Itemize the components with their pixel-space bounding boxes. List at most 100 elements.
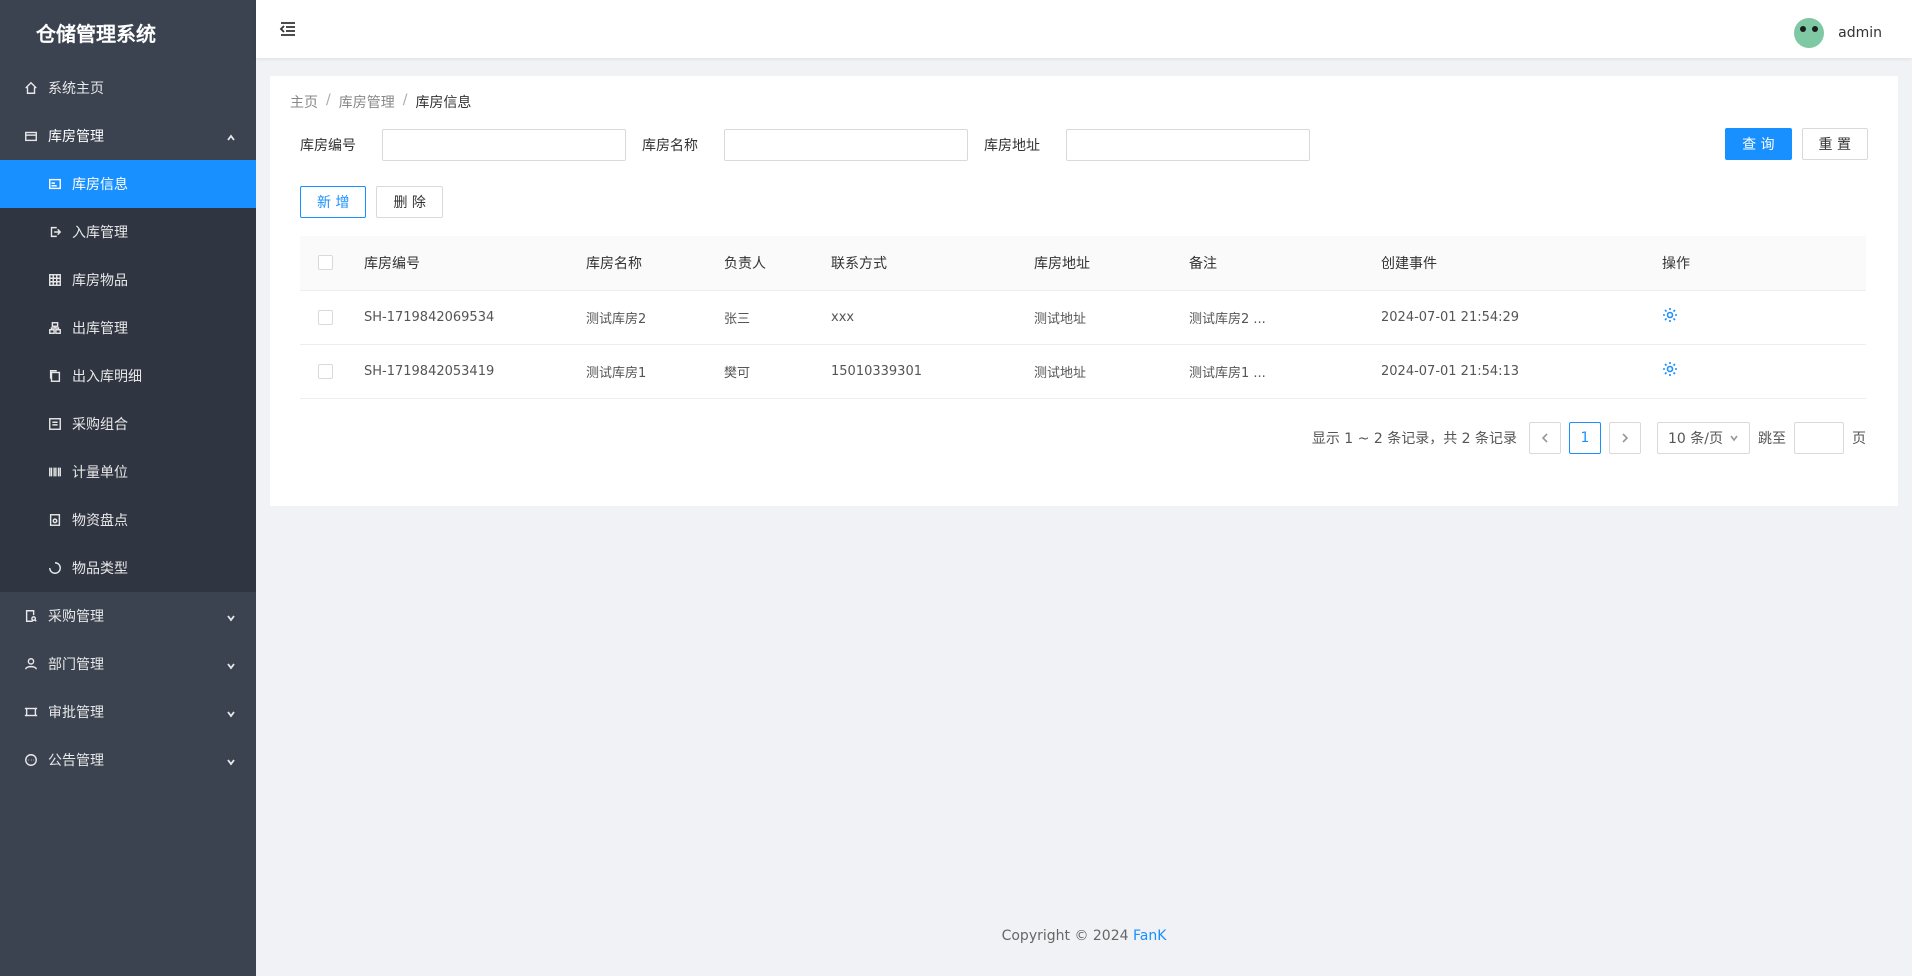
loading-icon (48, 561, 62, 575)
user-menu[interactable]: admin (1794, 18, 1882, 48)
next-page-button[interactable] (1609, 422, 1642, 454)
cell-address: 测试地址 (1034, 290, 1189, 345)
cluster-icon (48, 321, 62, 335)
sidebar-item-warehouse-info[interactable]: 库房信息 (0, 160, 256, 208)
column-header[interactable]: 库房编号 (364, 236, 586, 291)
jump-label: 跳至 (1758, 431, 1786, 447)
sidebar-item-label: 采购管理 (48, 609, 104, 625)
home-icon (24, 81, 38, 95)
cell-code: SH-1719842053419 (364, 344, 586, 399)
box-icon (24, 129, 38, 143)
column-header[interactable]: 库房名称 (586, 236, 724, 291)
gear-icon[interactable] (1662, 308, 1678, 327)
breadcrumb-home[interactable]: 主页 (290, 92, 318, 112)
avatar (1794, 18, 1825, 48)
sidebar-item-inventory-check[interactable]: 物资盘点 (0, 496, 256, 544)
sidebar-item-inbound[interactable]: 入库管理 (0, 208, 256, 256)
breadcrumb-warehouse[interactable]: 库房管理 (339, 92, 395, 112)
sidebar-item-label: 出入库明细 (72, 369, 142, 385)
sidebar-item-label: 物品类型 (72, 561, 128, 577)
table-header-row: 库房编号 库房名称 负责人 联系方式 库房地址 备注 创建事件 操作 (300, 236, 1866, 291)
sidebar-item-notice[interactable]: 公告管理 (0, 736, 256, 784)
row-select-cell (300, 290, 364, 345)
column-header[interactable]: 备注 (1189, 236, 1381, 291)
add-button[interactable]: 新 增 (300, 186, 367, 218)
chevron-left-icon (1541, 433, 1548, 443)
sidebar-item-warehouse-goods[interactable]: 库房物品 (0, 256, 256, 304)
query-button[interactable]: 查 询 (1725, 128, 1792, 160)
column-header[interactable]: 创建事件 (1381, 236, 1662, 291)
app-title: 仓储管理系统 (36, 21, 156, 46)
cell-manager: 张三 (724, 290, 831, 345)
cell-remark: 测试库房1 ... (1189, 344, 1381, 399)
chevron-down-icon (226, 659, 236, 670)
footer-brand-link[interactable]: FanK (1133, 928, 1166, 944)
sidebar-item-label: 部门管理 (48, 657, 104, 673)
search-actions: 查 询 重 置 (1725, 128, 1868, 160)
column-header[interactable]: 库房地址 (1034, 236, 1189, 291)
row-select-cell (300, 344, 364, 399)
sidebar-item-department[interactable]: 部门管理 (0, 640, 256, 688)
sidebar-item-home[interactable]: 系统主页 (0, 64, 256, 112)
footer: Copyright © 2024 FanK (256, 928, 1912, 944)
jump-input[interactable] (1794, 422, 1844, 454)
sidebar-item-label: 审批管理 (48, 705, 104, 721)
cell-contact: xxx (831, 290, 1034, 345)
copyright-text: Copyright © 2024 (1001, 928, 1129, 944)
cell-code: SH-1719842069534 (364, 290, 586, 345)
sidebar-item-label: 采购组合 (72, 417, 128, 433)
sidebar-item-label: 公告管理 (48, 753, 104, 769)
chevron-down-icon (226, 707, 236, 718)
table-actions: 新 增 删 除 (300, 186, 443, 218)
chevron-down-icon (1730, 435, 1738, 442)
sidebar-item-label: 系统主页 (48, 81, 104, 97)
sidebar-item-purchase[interactable]: 采购管理 (0, 592, 256, 640)
card-icon (48, 177, 62, 191)
chevron-down-icon (226, 755, 236, 766)
cell-name: 测试库房2 (586, 290, 724, 345)
frame-icon (24, 705, 38, 719)
sidebar-item-goods-type[interactable]: 物品类型 (0, 544, 256, 592)
barcode-icon (48, 465, 62, 479)
cell-action (1662, 344, 1866, 399)
copy-icon (48, 369, 62, 383)
row-checkbox[interactable] (318, 309, 333, 325)
sidebar-item-outbound[interactable]: 出库管理 (0, 304, 256, 352)
sidebar-item-approval[interactable]: 审批管理 (0, 688, 256, 736)
gear-icon[interactable] (1662, 362, 1678, 381)
form-icon (48, 417, 62, 431)
sidebar: 仓储管理系统 系统主页 库房管理 库房信息 入库管理 库房物品 出库管理 出入库… (0, 0, 256, 976)
code-input[interactable] (382, 129, 626, 161)
delete-button[interactable]: 删 除 (376, 186, 443, 218)
name-input[interactable] (724, 129, 968, 161)
sidebar-item-warehouse[interactable]: 库房管理 (0, 112, 256, 160)
page-suffix: 页 (1852, 431, 1866, 447)
row-checkbox[interactable] (318, 363, 333, 379)
page-size-value: 10 条/页 (1668, 431, 1723, 447)
sidebar-item-unit[interactable]: 计量单位 (0, 448, 256, 496)
audit-icon (48, 513, 62, 527)
submenu-warehouse: 库房信息 入库管理 库房物品 出库管理 出入库明细 采购组合 计量单位 物资盘点… (0, 160, 256, 592)
column-header: 操作 (1662, 236, 1866, 291)
address-input[interactable] (1066, 129, 1310, 161)
menu-fold-icon[interactable] (278, 19, 298, 39)
page-size-select[interactable]: 10 条/页 (1657, 422, 1750, 454)
sidebar-item-purchase-group[interactable]: 采购组合 (0, 400, 256, 448)
code-label: 库房编号 (300, 138, 356, 154)
search-form: 库房编号 库房名称 库房地址 查 询 重 置 (300, 128, 1868, 162)
column-header[interactable]: 联系方式 (831, 236, 1034, 291)
reset-button[interactable]: 重 置 (1801, 128, 1868, 160)
column-header[interactable]: 负责人 (724, 236, 831, 291)
login-icon (48, 225, 62, 239)
select-all-cell (300, 236, 364, 291)
select-all-checkbox[interactable] (318, 255, 333, 271)
page-number[interactable]: 1 (1569, 422, 1602, 454)
table-row: SH-1719842053419 测试库房1 樊可 15010339301 测试… (300, 344, 1866, 399)
file-search-icon (24, 609, 38, 623)
cell-remark: 测试库房2 ... (1189, 290, 1381, 345)
breadcrumb-separator: / (326, 92, 331, 108)
prev-page-button[interactable] (1529, 422, 1562, 454)
table-row: SH-1719842069534 测试库房2 张三 xxx 测试地址 测试库房2… (300, 290, 1866, 345)
sidebar-item-inout-detail[interactable]: 出入库明细 (0, 352, 256, 400)
cell-address: 测试地址 (1034, 344, 1189, 399)
